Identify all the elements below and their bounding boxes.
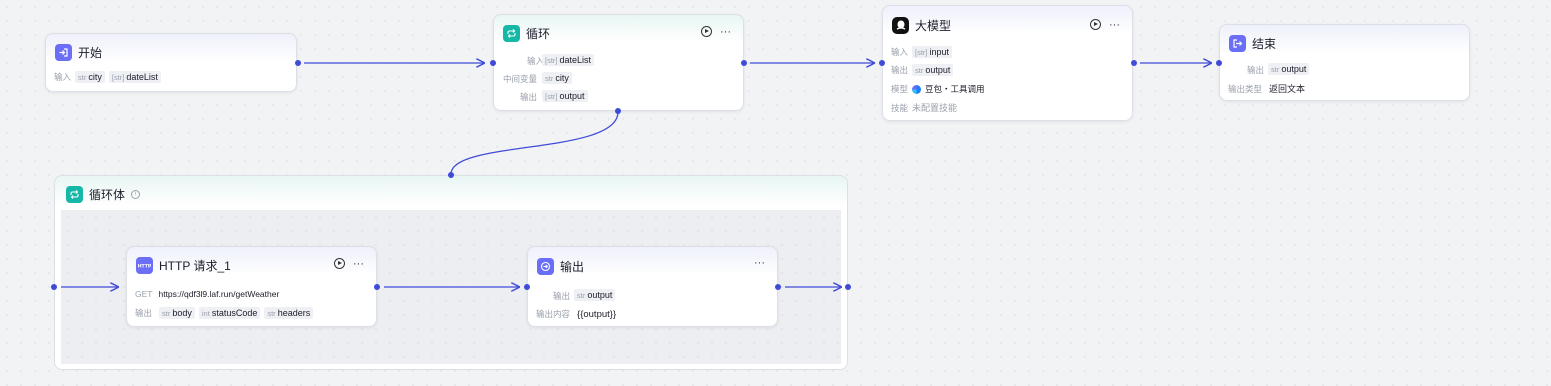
end-node[interactable]: 结束 输出 str output 输出类型 返回文本	[1219, 24, 1470, 101]
http-out-port[interactable]	[374, 284, 380, 290]
loop-row-input-label: 输入	[526, 56, 544, 66]
end-output-tag: str output	[1268, 63, 1310, 75]
output-content-row: 输出内容 {{output}}	[536, 308, 617, 320]
loop-icon	[503, 24, 520, 42]
more-icon[interactable]: ···	[1109, 19, 1120, 30]
llm-row-input: 输入 [str] input	[891, 46, 953, 58]
http-method: GET	[135, 289, 153, 299]
more-icon[interactable]: ···	[720, 26, 731, 37]
output-in-port[interactable]	[524, 284, 530, 290]
output-node-title: 输出	[560, 259, 585, 274]
http-node-actions: ···	[334, 258, 364, 269]
loop-node-header: 循环	[503, 24, 550, 42]
llm-row-skill: 技能 未配置技能	[891, 102, 958, 114]
end-node-header: 结束	[1229, 34, 1276, 52]
edge-loop-body	[450, 111, 619, 175]
start-out-port[interactable]	[295, 60, 301, 66]
start-node[interactable]: 开始 输入 str city [str] dateList	[45, 33, 297, 92]
more-icon[interactable]: ···	[353, 258, 364, 269]
run-icon[interactable]	[334, 258, 345, 269]
output-node-header: 输出	[537, 257, 584, 275]
llm-node[interactable]: 大模型 ··· 输入 [str] input 输出 str output 模型 豆包…	[882, 5, 1133, 121]
llm-node-title: 大模型	[915, 18, 952, 33]
start-input-label: 输入	[54, 72, 72, 82]
http-node-title: HTTP 请求_1	[159, 258, 231, 273]
output-node-actions: ···	[754, 258, 765, 269]
loop-icon	[66, 185, 83, 203]
end-type-row: 输出类型 返回文本	[1228, 83, 1306, 95]
llm-row-model: 模型 豆包・工具调用	[891, 84, 985, 94]
loop-node-title: 循环	[526, 26, 551, 41]
llm-row-output: 输出 str output	[891, 64, 954, 76]
loop-row-var: str city	[542, 72, 572, 84]
start-input-datelist: [str] dateList	[108, 71, 161, 83]
loop-body-in-port[interactable]	[448, 172, 454, 178]
start-inputs-row: 输入 str city [str] dateList	[54, 71, 161, 83]
output-output-label: 输出	[552, 291, 570, 301]
loop-node-actions: ···	[701, 26, 731, 37]
loop-row-var-label: 中间变量	[502, 74, 537, 84]
loop-row-output-label: 输出	[519, 92, 537, 102]
run-icon[interactable]	[701, 26, 712, 37]
llm-node-actions: ···	[1090, 19, 1120, 30]
llm-in-port[interactable]	[879, 60, 885, 66]
start-node-title: 开始	[78, 45, 103, 60]
output-icon	[537, 257, 554, 275]
llm-out-port[interactable]	[1131, 60, 1137, 66]
end-output-label: 输出	[1246, 65, 1264, 75]
http-icon: HTTP	[136, 256, 153, 274]
http-output-row: 输出 str body int statusCode str headers	[135, 307, 314, 319]
loop-body-right-port[interactable]	[845, 284, 851, 290]
output-node[interactable]: 输出 ··· 输出 str output 输出内容 {{output}}	[527, 246, 778, 327]
start-node-header: 开始	[55, 43, 102, 61]
output-out-port[interactable]	[775, 284, 781, 290]
http-node-header: HTTP HTTP 请求_1	[136, 256, 231, 274]
end-in-port[interactable]	[1216, 60, 1222, 66]
loop-row-input: [str] dateList	[542, 54, 595, 66]
model-logo-icon	[892, 16, 909, 34]
info-icon[interactable]: i	[131, 189, 141, 199]
loop-row-output: [str] output	[542, 90, 588, 102]
http-request-row: GET https://qdf3l9.laf.run/getWeather	[135, 289, 279, 299]
output-output-tag: str output	[574, 289, 616, 301]
loop-out-port[interactable]	[741, 60, 747, 66]
http-node[interactable]: HTTP HTTP 请求_1 ··· GET https://qdf3l9.la…	[126, 246, 377, 327]
doubao-logo-icon	[912, 84, 922, 94]
start-input-city: str city	[75, 71, 105, 83]
loop-body-title: 循环体	[89, 187, 126, 202]
http-url: https://qdf3l9.laf.run/getWeather	[158, 289, 280, 299]
exit-icon	[1229, 34, 1246, 52]
loop-in-port[interactable]	[490, 60, 496, 66]
llm-node-header: 大模型	[892, 16, 951, 34]
loop-body-header: 循环体 i	[66, 185, 141, 203]
enter-icon	[55, 43, 72, 61]
loop-body-left-port[interactable]	[51, 284, 57, 290]
more-icon[interactable]: ···	[754, 258, 765, 269]
loop-body-port[interactable]	[615, 108, 621, 114]
run-icon[interactable]	[1090, 19, 1101, 30]
svg-text:HTTP: HTTP	[138, 263, 151, 269]
loop-node[interactable]: 循环 ··· 输入 [str] dateList 中间变量 str city 输出 …	[493, 14, 744, 111]
end-node-title: 结束	[1252, 36, 1277, 51]
